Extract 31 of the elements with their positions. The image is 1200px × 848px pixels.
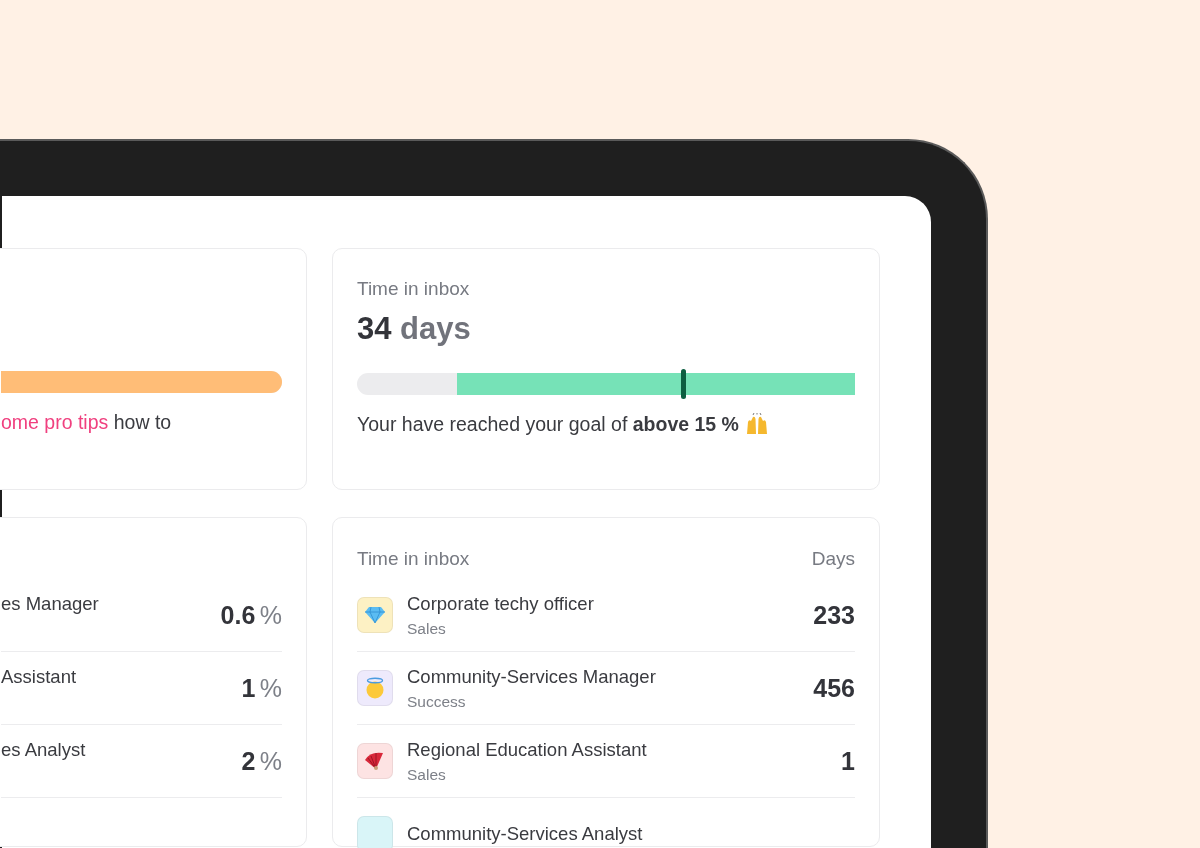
card-title: Time in inbox: [357, 277, 471, 301]
row-name: es Analyst: [1, 738, 87, 761]
percent-value: 2: [241, 746, 256, 775]
row-name: Community-Services Analyst: [407, 823, 644, 845]
team-label: Success: [407, 691, 467, 711]
percent-unit: %: [259, 600, 282, 629]
diamond-icon: [365, 606, 385, 624]
days-value: 456: [813, 673, 855, 703]
days-value: 34: [357, 311, 392, 346]
row-name: es Manager: [1, 592, 100, 615]
halo-circle-icon: [364, 677, 386, 699]
list-title: Time in inbox: [357, 547, 470, 571]
row-name: Community-Services Manager: [407, 665, 657, 688]
percent-unit: %: [259, 746, 282, 775]
days-value: 233: [813, 600, 855, 630]
percent-value: 1: [241, 673, 256, 702]
tip-text: ome pro tips how to: [1, 410, 173, 434]
days-value: 1: [841, 746, 855, 776]
row-name: Corporate techy officer: [407, 592, 595, 615]
team-label: Sales: [407, 764, 447, 784]
team-label: Sales: [407, 618, 447, 638]
percent-unit: %: [259, 673, 282, 702]
row-name: Regional Education Assistant: [407, 738, 648, 761]
days-unit: days: [400, 311, 471, 346]
percent-value: 0.6: [220, 600, 256, 629]
goal-message: Your have reached your goal of above 15 %: [357, 412, 739, 436]
pro-tips-link[interactable]: ome pro tips: [1, 411, 109, 433]
row-name: Assistant: [1, 665, 78, 688]
column-header: Days: [811, 547, 855, 571]
raised-hands-icon: [744, 413, 769, 435]
fan-icon: [364, 751, 386, 771]
